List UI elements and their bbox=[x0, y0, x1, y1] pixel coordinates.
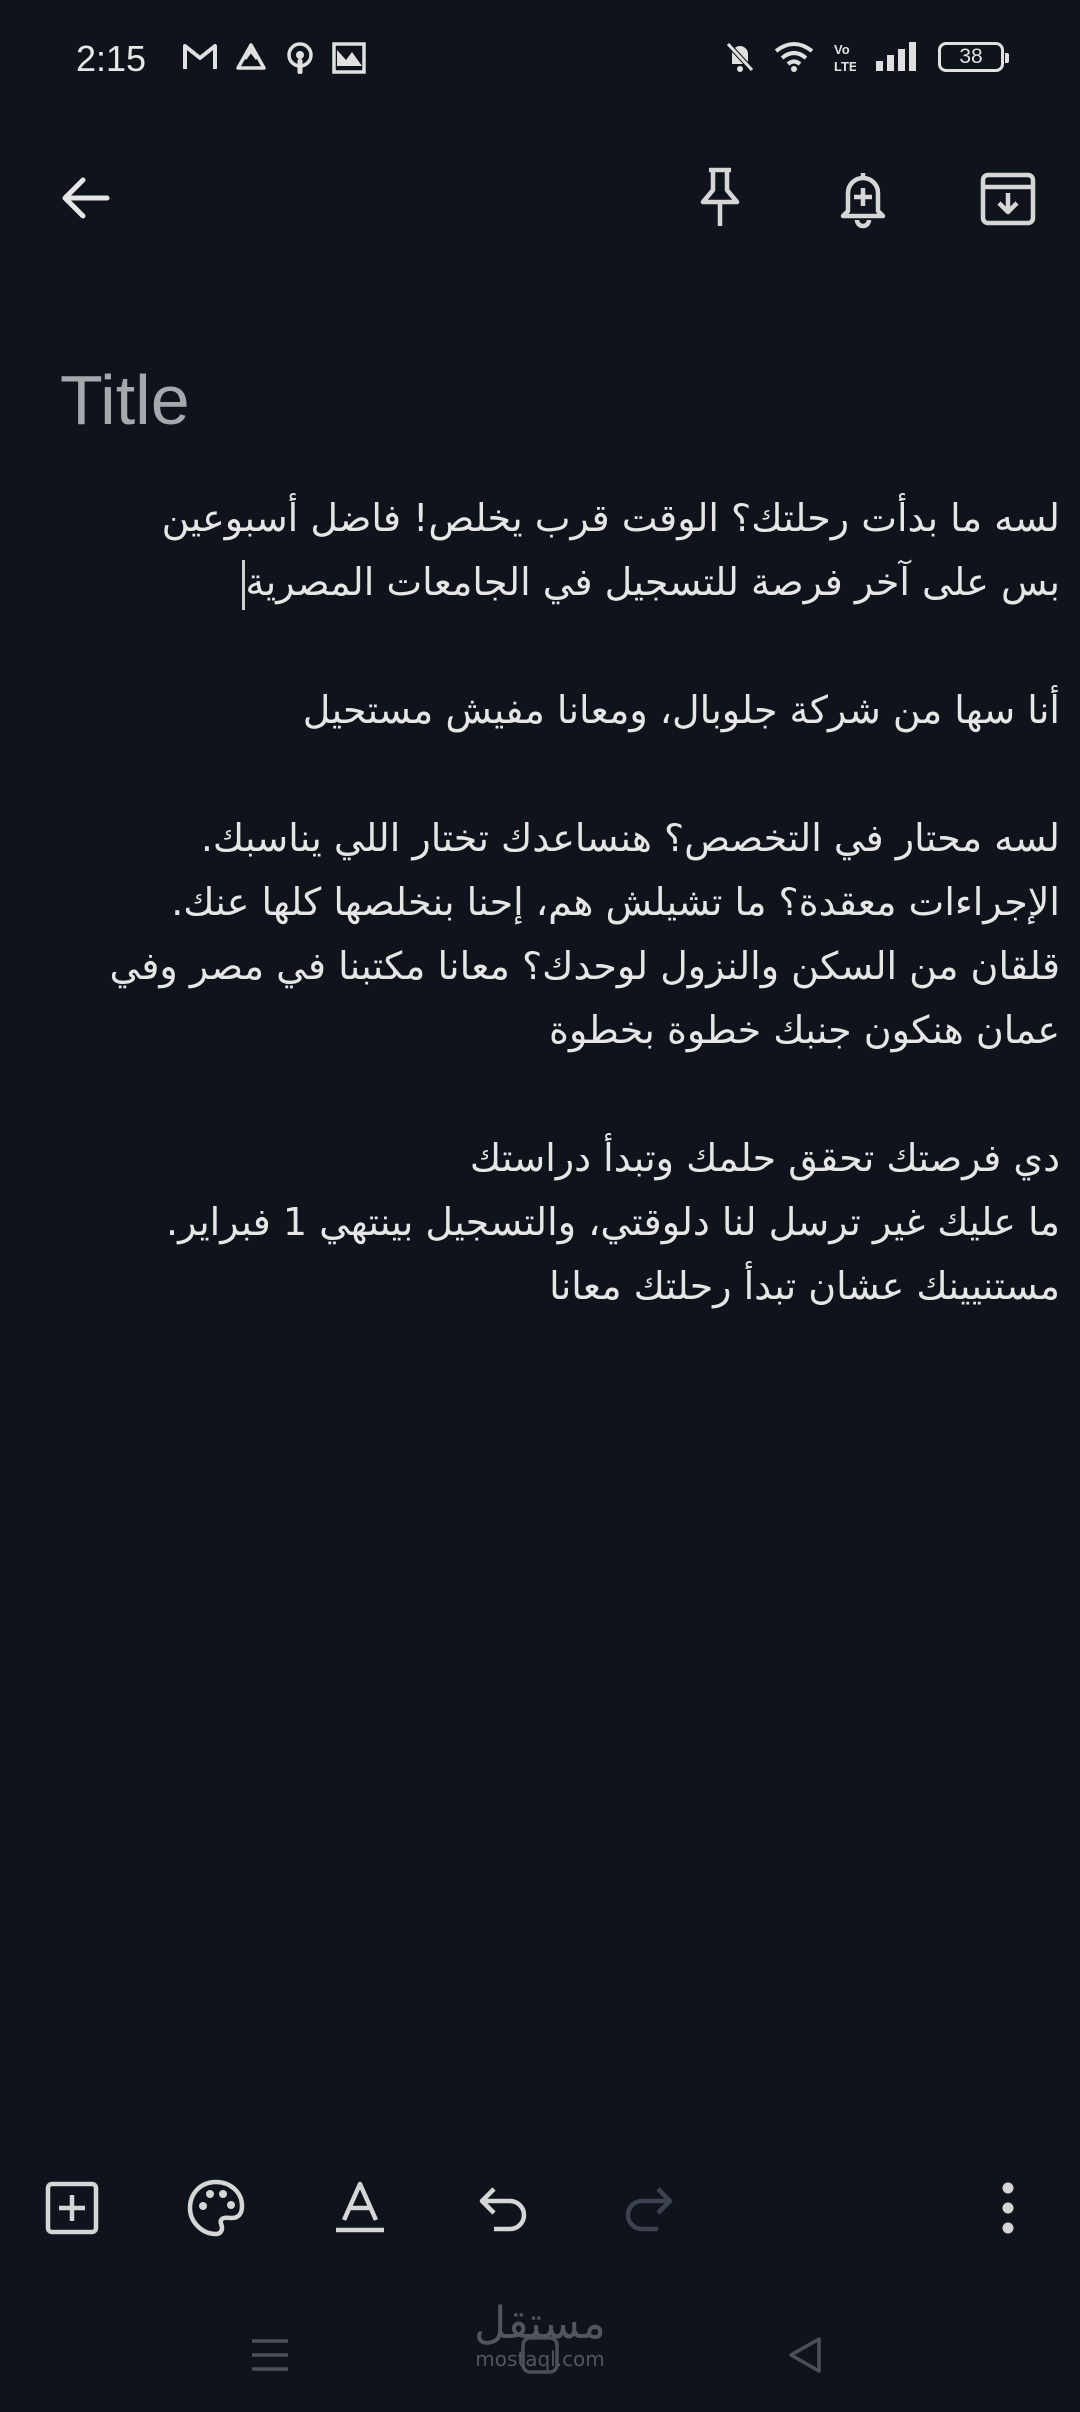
battery-indicator: 38 bbox=[938, 42, 1009, 72]
note-line: دي فرصتك تحقق حلمك وتبدأ دراستك bbox=[469, 1136, 1060, 1180]
wifi-icon bbox=[774, 41, 814, 73]
status-bar: 2:15 Vo LTE 38 bbox=[0, 0, 1080, 124]
bottom-toolbar bbox=[0, 2160, 1080, 2260]
background-color-button[interactable] bbox=[171, 2165, 261, 2255]
system-status-icons: Vo LTE 38 bbox=[724, 40, 1009, 74]
recycle-icon bbox=[234, 42, 268, 76]
signal-icon bbox=[874, 41, 920, 73]
palette-icon bbox=[186, 2178, 246, 2242]
redo-icon bbox=[620, 2183, 676, 2237]
svg-text:Vo: Vo bbox=[834, 42, 850, 57]
note-line: الإجراءات معقدة؟ ما تشيلش هم، إحنا بنخلص… bbox=[171, 880, 1060, 924]
text-format-icon bbox=[332, 2180, 388, 2240]
note-line bbox=[60, 614, 1060, 678]
top-toolbar bbox=[0, 150, 1080, 260]
note-line bbox=[60, 742, 1060, 806]
note-line: قلقان من السكن والنزول لوحدك؟ معانا مكتب… bbox=[109, 944, 1060, 988]
note-line-with-caret: بس على آخر فرصة للتسجيل في الجامعات المص… bbox=[60, 550, 1060, 614]
watermark: مستقل mostaql.com bbox=[0, 2298, 1080, 2371]
title-input[interactable]: Title bbox=[60, 360, 190, 440]
pin-button[interactable] bbox=[675, 155, 765, 245]
watermark-latin: mostaql.com bbox=[475, 2347, 605, 2371]
archive-button[interactable] bbox=[963, 155, 1053, 245]
more-vert-icon bbox=[998, 2180, 1018, 2240]
arrow-left-icon bbox=[57, 170, 113, 230]
svg-text:LTE: LTE bbox=[834, 59, 856, 74]
note-line: عمان هنكون جنبك خطوة بخطوة bbox=[549, 1008, 1060, 1052]
more-options-button[interactable] bbox=[963, 2165, 1053, 2255]
add-content-button[interactable] bbox=[27, 2165, 117, 2255]
note-line: ما عليك غير ترسل لنا دلوقتي، والتسجيل بي… bbox=[166, 1200, 1060, 1244]
back-button[interactable] bbox=[40, 155, 130, 245]
status-time: 2:15 bbox=[76, 38, 147, 79]
undo-button[interactable] bbox=[459, 2165, 549, 2255]
reminder-button[interactable] bbox=[818, 155, 908, 245]
bell-off-icon bbox=[724, 40, 756, 74]
pin-icon bbox=[695, 166, 745, 234]
note-line: لسه محتار في التخصص؟ هنساعدك تختار اللي … bbox=[200, 816, 1060, 860]
notification-icons bbox=[182, 42, 366, 76]
redo-button[interactable] bbox=[603, 2165, 693, 2255]
watermark-arabic: مستقل bbox=[474, 2298, 606, 2349]
note-body-input[interactable]: لسه ما بدأت رحلتك؟ الوقت قرب يخلص! فاضل … bbox=[60, 486, 1060, 1318]
text-format-button[interactable] bbox=[315, 2165, 405, 2255]
archive-icon bbox=[979, 169, 1037, 231]
note-line bbox=[60, 1062, 1060, 1126]
note-line: أنا سها من شركة جلوبال، ومعانا مفيش مستح… bbox=[302, 688, 1060, 732]
podcast-icon bbox=[284, 42, 316, 76]
note-editor-screen: 2:15 Vo LTE 38 Title لسه ما بدأت رحلتك؟ … bbox=[0, 0, 1080, 2412]
add-box-icon bbox=[44, 2180, 100, 2240]
volte-icon: Vo LTE bbox=[832, 40, 856, 74]
note-line: مستنيينك عشان تبدأ رحلتك معانا bbox=[549, 1264, 1060, 1308]
gmail-icon bbox=[182, 42, 218, 76]
image-icon bbox=[332, 42, 366, 76]
undo-icon bbox=[476, 2183, 532, 2237]
note-line: لسه ما بدأت رحلتك؟ الوقت قرب يخلص! فاضل … bbox=[161, 496, 1060, 540]
note-line: بس على آخر فرصة للتسجيل في الجامعات المص… bbox=[245, 560, 1060, 604]
bell-plus-icon bbox=[836, 167, 890, 233]
